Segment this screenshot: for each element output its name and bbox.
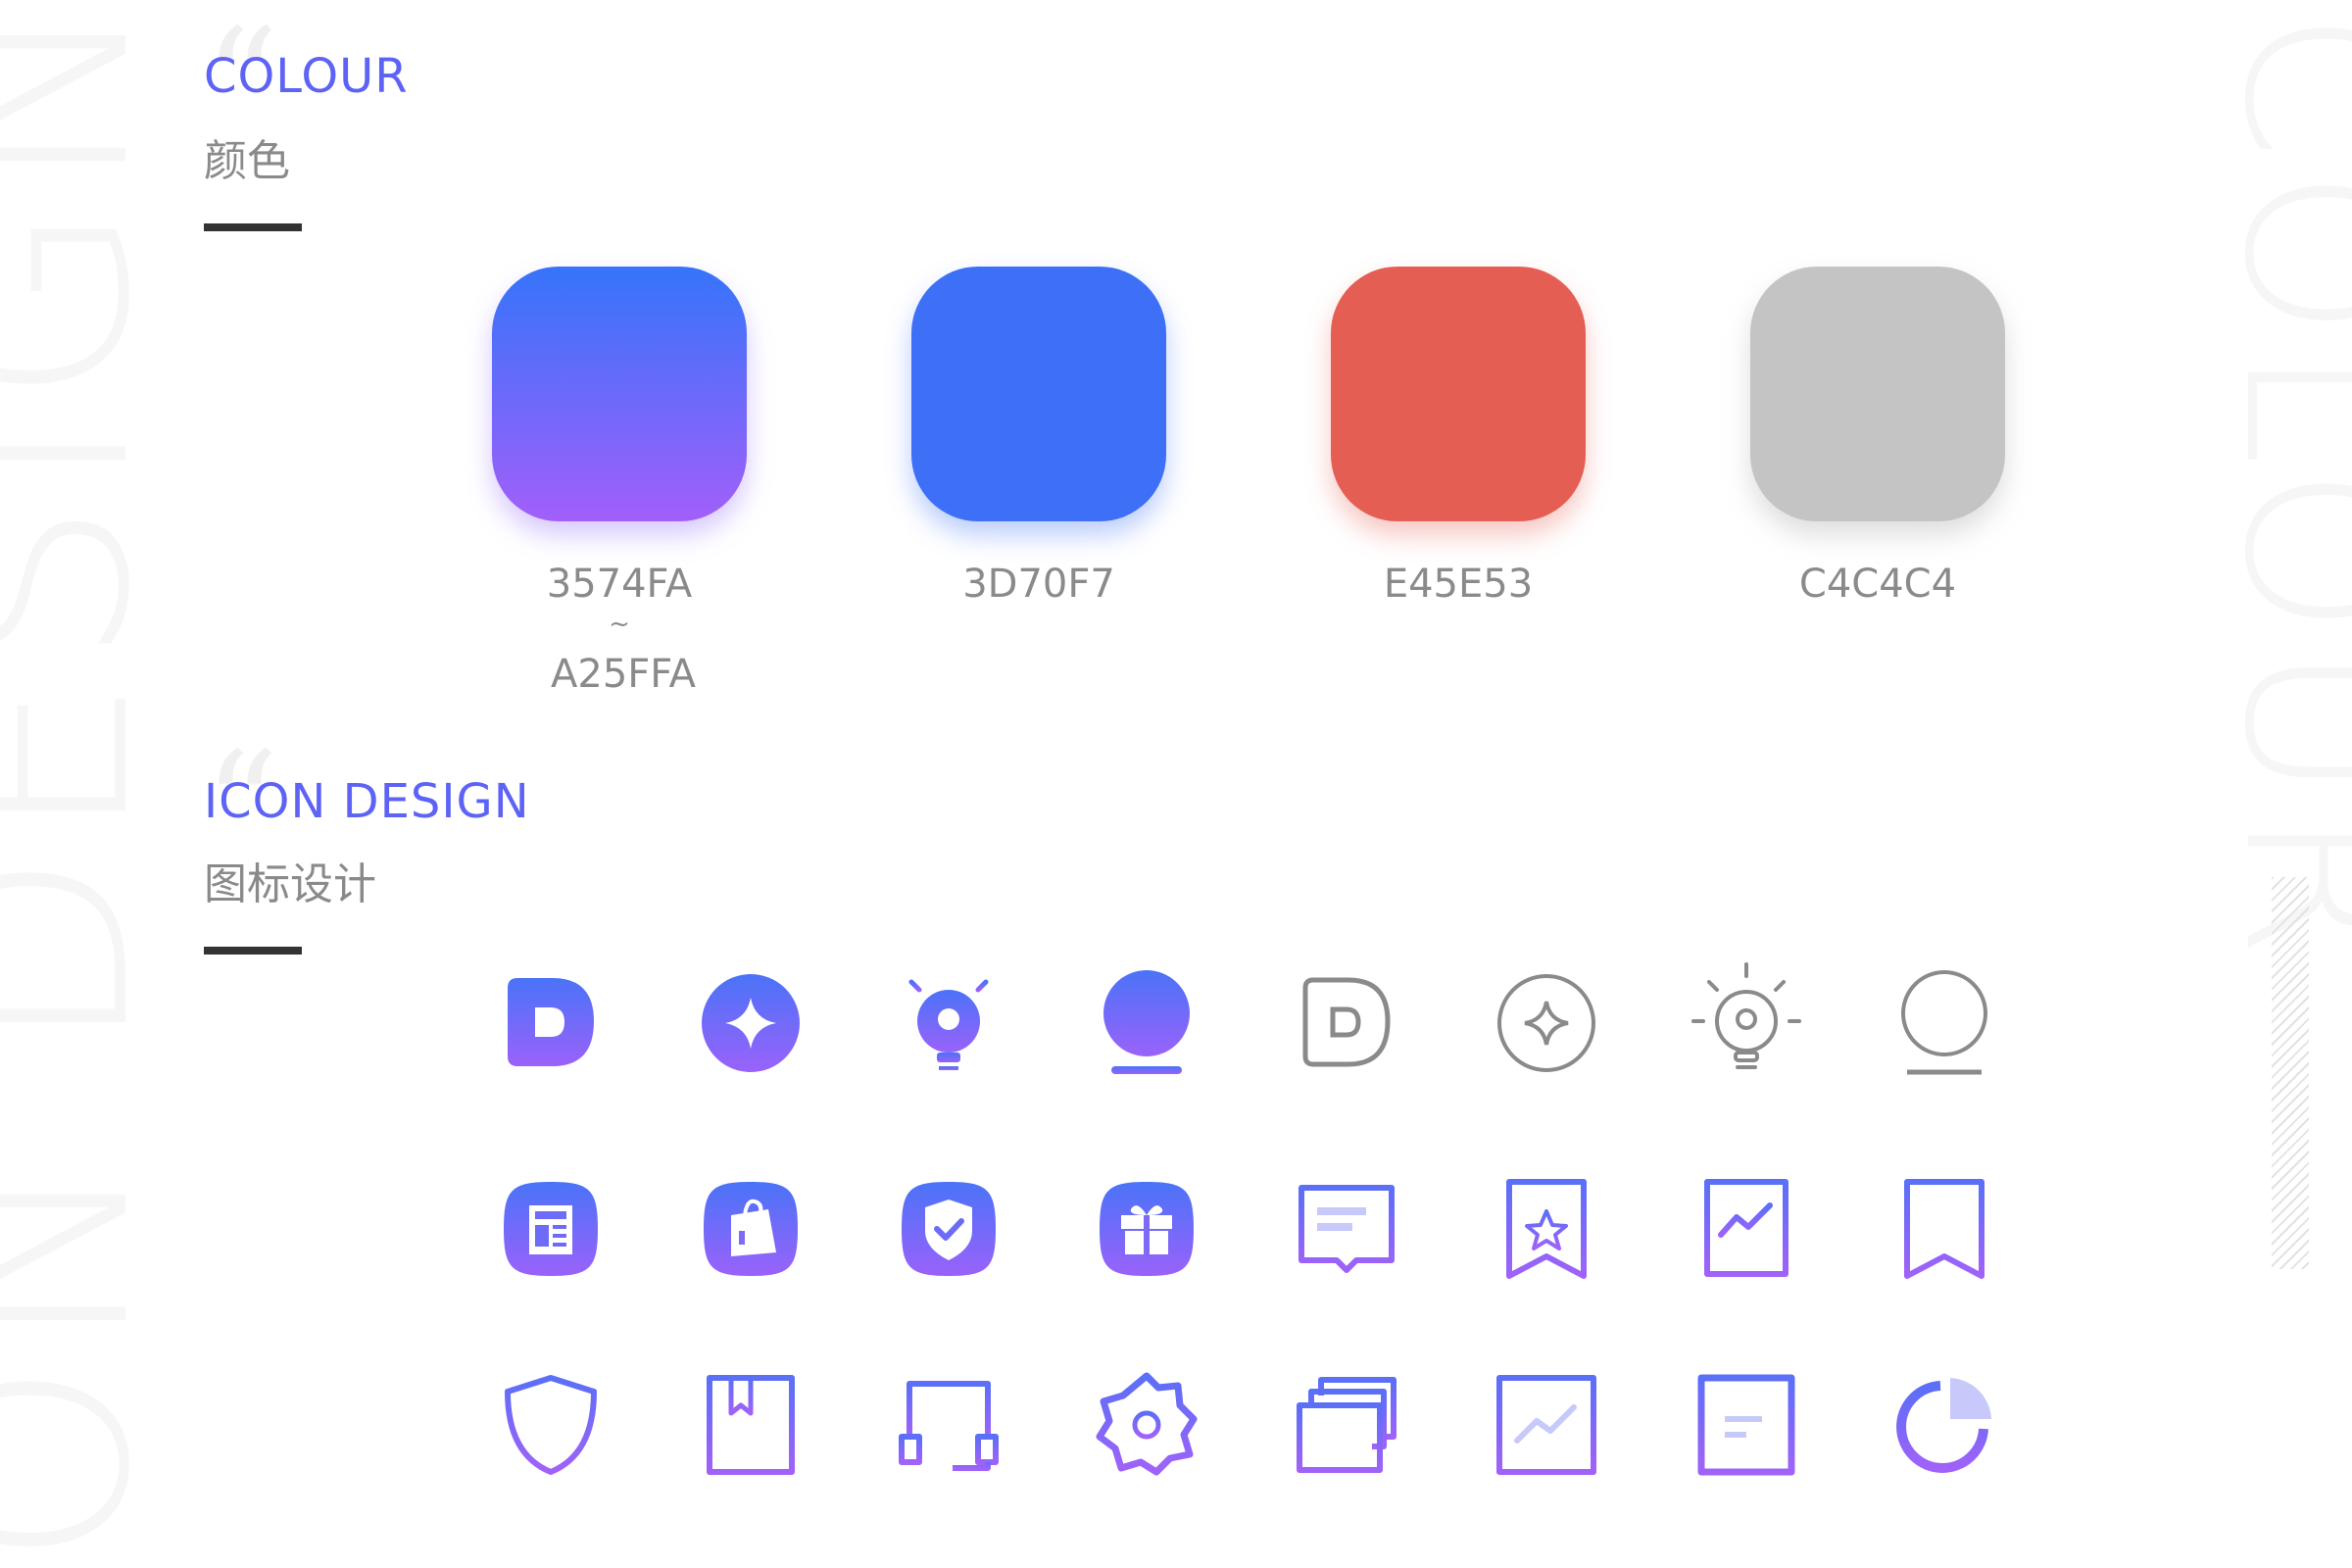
color-range-separator: ~ <box>609 610 630 639</box>
color-label: 3574FA <box>546 562 693 607</box>
document-icon <box>1688 1366 1805 1484</box>
circle-base-filled-icon <box>1088 964 1205 1082</box>
line-chart-icon <box>1488 1366 1605 1484</box>
color-swatch-blue <box>911 267 1166 521</box>
color-swatch-red <box>1331 267 1586 521</box>
circle-base-outline-icon <box>1886 964 2003 1082</box>
section-subtitle: 颜色 <box>204 136 290 186</box>
section-divider <box>204 223 302 231</box>
receipt-icon <box>492 1170 610 1288</box>
hatch-decoration <box>2272 877 2309 1269</box>
shopping-bag-icon <box>692 1170 809 1288</box>
shield-plus-icon <box>492 1366 610 1484</box>
bookmark-add-icon <box>1886 1170 2003 1288</box>
cards-stack-icon <box>1288 1366 1405 1484</box>
color-label: 3D70F7 <box>962 562 1115 607</box>
message-icon <box>1288 1170 1405 1288</box>
bookmark-star-icon <box>1488 1170 1605 1288</box>
chart-book-icon <box>1688 1170 1805 1288</box>
section-divider <box>204 947 302 955</box>
shield-check-icon <box>890 1170 1007 1288</box>
sparkle-outline-icon <box>1488 964 1605 1082</box>
color-swatch-gradient <box>492 267 747 521</box>
pie-chart-icon <box>1886 1366 2003 1484</box>
d-logo-outline-icon <box>1288 964 1405 1082</box>
section-title: ICON DESIGN <box>204 774 530 829</box>
color-label: C4C4C4 <box>1798 562 1957 607</box>
color-label-secondary: A25FFA <box>551 652 696 697</box>
color-swatch-gray <box>1750 267 2005 521</box>
book-icon <box>692 1366 809 1484</box>
headphones-icon <box>890 1366 1007 1484</box>
settings-gear-icon <box>1088 1366 1205 1484</box>
sparkle-filled-icon <box>692 964 809 1082</box>
d-logo-filled-icon <box>492 964 610 1082</box>
background-watermark-left: ON DESIGN <box>0 0 188 1568</box>
section-title: COLOUR <box>204 49 409 104</box>
section-subtitle: 图标设计 <box>204 859 376 909</box>
background-watermark-right: COLOUR <box>2197 10 2352 967</box>
color-label: E45E53 <box>1383 562 1534 607</box>
lightbulb-outline-icon <box>1688 956 1805 1074</box>
lightbulb-filled-icon <box>890 956 1007 1074</box>
gift-icon <box>1088 1170 1205 1288</box>
